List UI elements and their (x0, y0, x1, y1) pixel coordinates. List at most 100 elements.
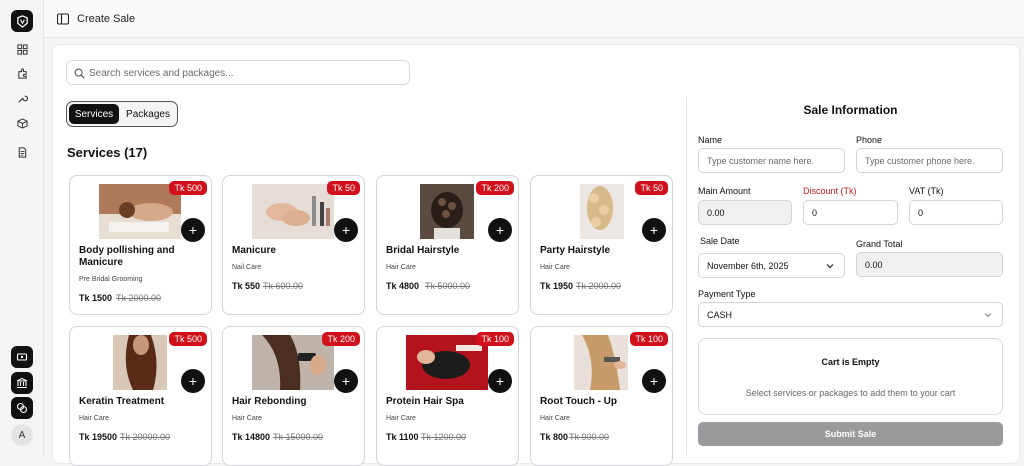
package-box-icon[interactable] (14, 115, 30, 131)
service-original-price: Tk 15000.00 (273, 432, 324, 442)
service-card[interactable]: Tk 100 + Root Touch - Up Hair Care Tk 80… (530, 326, 673, 466)
sidebar-toggle-icon[interactable] (57, 13, 69, 25)
add-to-cart-button[interactable]: + (181, 369, 205, 393)
main-amount-field: 0.00 (698, 200, 792, 225)
search-input[interactable] (89, 65, 399, 81)
service-image (252, 184, 334, 239)
service-name: Protein Hair Spa (386, 396, 464, 407)
tab-packages[interactable]: Packages (121, 104, 175, 124)
service-original-price: Tk 1200.00 (421, 432, 467, 442)
add-to-cart-button[interactable]: + (488, 369, 512, 393)
discount-badge: Tk 500 (169, 332, 207, 346)
avatar[interactable]: A (11, 424, 33, 446)
payment-type-select[interactable]: CASH (698, 302, 1003, 327)
discount-badge: Tk 500 (169, 181, 207, 195)
sale-date-label: Sale Date (700, 236, 740, 246)
service-category: Hair Care (232, 415, 262, 422)
discount-field[interactable]: 0 (803, 200, 898, 225)
service-card[interactable]: Tk 50 + Party Hairstyle Hair Care Tk 195… (530, 175, 673, 315)
grand-total-label: Grand Total (856, 239, 903, 249)
service-original-price: Tk 2000.00 (576, 281, 622, 291)
sale-information-title: Sale Information (803, 103, 898, 117)
service-name: Manicure (232, 245, 276, 256)
bank-building-icon[interactable] (11, 372, 33, 394)
tab-services[interactable]: Services (69, 104, 119, 124)
vat-label: VAT (Tk) (909, 186, 944, 196)
service-original-price: Tk 600.00 (263, 281, 304, 291)
service-card[interactable]: Tk 200 + Hair Rebonding Hair Care Tk 148… (222, 326, 365, 466)
top-bar: Create Sale (44, 0, 1024, 38)
service-card[interactable]: Tk 500 + Body pollishing and Manicure Pr… (69, 175, 212, 315)
services-packages-toggle: Services Packages (66, 101, 178, 127)
service-original-price: Tk 2000.00 (116, 293, 162, 303)
add-to-cart-button[interactable]: + (488, 218, 512, 242)
sale-date-picker[interactable]: November 6th, 2025 (698, 253, 845, 278)
service-price: Tk 1100 (386, 432, 419, 442)
document-icon[interactable] (14, 144, 30, 160)
service-price: Tk 800 (540, 432, 569, 442)
service-price: Tk 4800 (386, 281, 420, 291)
page-title: Create Sale (77, 13, 136, 25)
app-logo-icon[interactable] (11, 10, 33, 32)
service-category: Hair Care (540, 415, 570, 422)
plus-icon: + (188, 222, 198, 238)
service-price: Tk 550 (232, 281, 261, 291)
service-name: Root Touch - Up (540, 396, 618, 407)
service-name: Bridal Hairstyle (386, 245, 460, 256)
payment-type-value: CASH (707, 309, 733, 320)
payment-type-label: Payment Type (698, 289, 756, 299)
avatar-initial: A (18, 429, 26, 441)
service-category: Hair Care (79, 415, 109, 422)
service-price: Tk 1950 (540, 281, 574, 291)
puzzle-icon[interactable] (14, 65, 30, 81)
chevron-down-icon (984, 313, 992, 318)
plus-icon: + (495, 222, 505, 238)
service-card[interactable]: Tk 100 + Protein Hair Spa Hair Care Tk 1… (376, 326, 519, 466)
add-to-cart-button[interactable]: + (334, 369, 358, 393)
service-original-price: Tk 5000.00 (425, 281, 471, 291)
service-card[interactable]: Tk 200 + Bridal Hairstyle Hair Care Tk 4… (376, 175, 519, 315)
plus-icon: + (649, 373, 659, 389)
add-to-cart-button[interactable]: + (642, 218, 666, 242)
dashboard-grid-icon[interactable] (14, 41, 30, 57)
plus-icon: + (188, 373, 198, 389)
cash-register-icon[interactable] (11, 346, 33, 368)
service-name: Body pollishing and Manicure (79, 245, 175, 268)
add-to-cart-button[interactable]: + (181, 218, 205, 242)
chevron-down-icon (826, 264, 834, 269)
discount-badge: Tk 100 (630, 332, 668, 346)
grand-total-field: 0.00 (856, 252, 1003, 277)
service-card[interactable]: Tk 500 + Keratin Treatment Hair Care Tk … (69, 326, 212, 466)
service-card[interactable]: Tk 50 + Manicure Nail Care Tk 550 Tk 600… (222, 175, 365, 315)
service-price: Tk 1500 (79, 293, 113, 303)
service-category: Hair Care (540, 264, 570, 271)
main-amount-label: Main Amount (698, 186, 751, 196)
submit-sale-button[interactable]: Submit Sale (698, 422, 1003, 446)
add-to-cart-button[interactable]: + (642, 369, 666, 393)
add-to-cart-button[interactable]: + (334, 218, 358, 242)
search-box[interactable] (66, 60, 410, 85)
discount-label: Discount (Tk) (803, 186, 857, 196)
service-category: Hair Care (386, 264, 416, 271)
service-image (580, 184, 624, 239)
customer-name-field[interactable]: Type customer name here. (698, 148, 845, 173)
service-name: Keratin Treatment (79, 396, 165, 407)
cart-panel: Cart is Empty Select services or package… (698, 338, 1003, 415)
discount-badge: Tk 50 (327, 181, 360, 195)
services-heading: Services (17) (67, 145, 148, 160)
cart-empty-title: Cart is Empty (821, 357, 880, 367)
service-name: Party Hairstyle (540, 245, 611, 256)
coins-icon[interactable] (11, 397, 33, 419)
discount-badge: Tk 50 (635, 181, 668, 195)
cart-empty-message: Select services or packages to add them … (745, 388, 956, 398)
vat-field[interactable]: 0 (909, 200, 1003, 225)
plus-icon: + (341, 373, 351, 389)
service-category: Nail Care (232, 264, 262, 271)
customer-phone-field[interactable]: Type customer phone here. (856, 148, 1003, 173)
service-original-price: Tk 900.00 (569, 432, 610, 442)
service-price: Tk 19500 (79, 432, 118, 442)
wrench-icon[interactable] (14, 90, 30, 106)
discount-badge: Tk 200 (476, 181, 514, 195)
service-price: Tk 14800 (232, 432, 271, 442)
plus-icon: + (495, 373, 505, 389)
